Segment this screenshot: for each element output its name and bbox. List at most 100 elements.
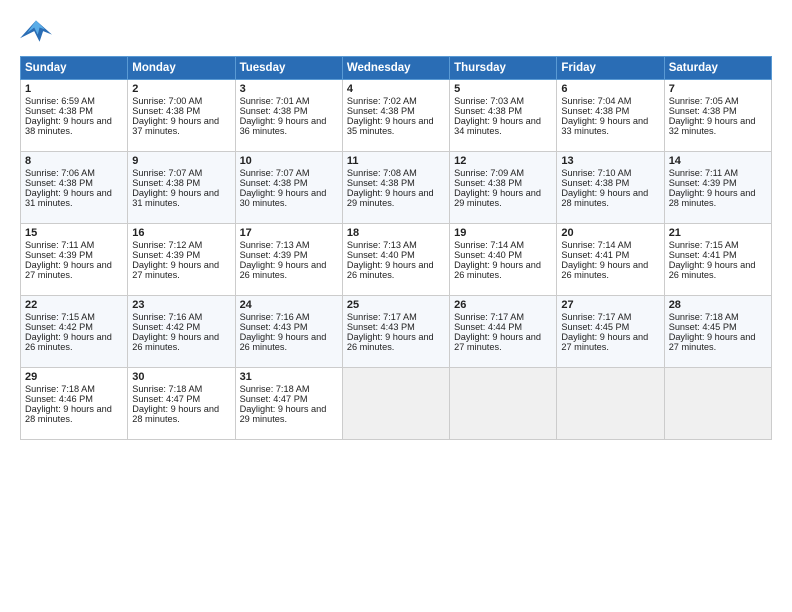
day-header-thursday: Thursday <box>450 57 557 80</box>
daylight-text: Daylight: 9 hours and 27 minutes. <box>454 332 541 352</box>
daylight-text: Daylight: 9 hours and 29 minutes. <box>240 404 327 424</box>
calendar-table: SundayMondayTuesdayWednesdayThursdayFrid… <box>20 56 772 440</box>
calendar-cell: 6Sunrise: 7:04 AMSunset: 4:38 PMDaylight… <box>557 80 664 152</box>
sunset-text: Sunset: 4:38 PM <box>240 106 308 116</box>
day-header-sunday: Sunday <box>21 57 128 80</box>
sunrise-text: Sunrise: 7:17 AM <box>347 312 417 322</box>
calendar-cell: 1Sunrise: 6:59 AMSunset: 4:38 PMDaylight… <box>21 80 128 152</box>
calendar-week-row: 8Sunrise: 7:06 AMSunset: 4:38 PMDaylight… <box>21 152 772 224</box>
sunrise-text: Sunrise: 7:11 AM <box>669 168 738 178</box>
sunset-text: Sunset: 4:40 PM <box>347 250 415 260</box>
day-number: 3 <box>240 83 338 95</box>
calendar-cell: 26Sunrise: 7:17 AMSunset: 4:44 PMDayligh… <box>450 296 557 368</box>
sunrise-text: Sunrise: 7:18 AM <box>669 312 739 322</box>
sunset-text: Sunset: 4:45 PM <box>561 322 629 332</box>
daylight-text: Daylight: 9 hours and 26 minutes. <box>561 260 648 280</box>
sunrise-text: Sunrise: 7:18 AM <box>240 384 310 394</box>
daylight-text: Daylight: 9 hours and 26 minutes. <box>669 260 756 280</box>
daylight-text: Daylight: 9 hours and 26 minutes. <box>240 332 327 352</box>
day-number: 17 <box>240 227 338 239</box>
sunrise-text: Sunrise: 6:59 AM <box>25 96 95 106</box>
sunset-text: Sunset: 4:38 PM <box>669 106 737 116</box>
calendar-week-row: 1Sunrise: 6:59 AMSunset: 4:38 PMDaylight… <box>21 80 772 152</box>
daylight-text: Daylight: 9 hours and 28 minutes. <box>25 404 112 424</box>
sunset-text: Sunset: 4:39 PM <box>669 178 737 188</box>
daylight-text: Daylight: 9 hours and 26 minutes. <box>347 332 434 352</box>
calendar-cell: 3Sunrise: 7:01 AMSunset: 4:38 PMDaylight… <box>235 80 342 152</box>
day-number: 8 <box>25 155 123 167</box>
calendar-cell: 7Sunrise: 7:05 AMSunset: 4:38 PMDaylight… <box>664 80 771 152</box>
sunset-text: Sunset: 4:39 PM <box>25 250 93 260</box>
daylight-text: Daylight: 9 hours and 38 minutes. <box>25 116 112 136</box>
sunrise-text: Sunrise: 7:09 AM <box>454 168 524 178</box>
daylight-text: Daylight: 9 hours and 27 minutes. <box>132 260 219 280</box>
calendar-week-row: 15Sunrise: 7:11 AMSunset: 4:39 PMDayligh… <box>21 224 772 296</box>
sunrise-text: Sunrise: 7:16 AM <box>132 312 202 322</box>
calendar-cell: 13Sunrise: 7:10 AMSunset: 4:38 PMDayligh… <box>557 152 664 224</box>
sunrise-text: Sunrise: 7:15 AM <box>25 312 95 322</box>
day-number: 18 <box>347 227 445 239</box>
calendar-cell: 25Sunrise: 7:17 AMSunset: 4:43 PMDayligh… <box>342 296 449 368</box>
calendar-cell: 20Sunrise: 7:14 AMSunset: 4:41 PMDayligh… <box>557 224 664 296</box>
sunrise-text: Sunrise: 7:02 AM <box>347 96 417 106</box>
sunset-text: Sunset: 4:47 PM <box>132 394 200 404</box>
calendar-cell: 11Sunrise: 7:08 AMSunset: 4:38 PMDayligh… <box>342 152 449 224</box>
daylight-text: Daylight: 9 hours and 28 minutes. <box>561 188 648 208</box>
day-header-saturday: Saturday <box>664 57 771 80</box>
sunrise-text: Sunrise: 7:08 AM <box>347 168 417 178</box>
day-number: 11 <box>347 155 445 167</box>
sunrise-text: Sunrise: 7:17 AM <box>561 312 631 322</box>
sunset-text: Sunset: 4:38 PM <box>132 106 200 116</box>
sunset-text: Sunset: 4:40 PM <box>454 250 522 260</box>
day-number: 10 <box>240 155 338 167</box>
sunrise-text: Sunrise: 7:17 AM <box>454 312 524 322</box>
page-container: SundayMondayTuesdayWednesdayThursdayFrid… <box>0 0 792 450</box>
day-number: 29 <box>25 371 123 383</box>
calendar-cell: 28Sunrise: 7:18 AMSunset: 4:45 PMDayligh… <box>664 296 771 368</box>
sunset-text: Sunset: 4:42 PM <box>132 322 200 332</box>
daylight-text: Daylight: 9 hours and 35 minutes. <box>347 116 434 136</box>
day-number: 21 <box>669 227 767 239</box>
daylight-text: Daylight: 9 hours and 37 minutes. <box>132 116 219 136</box>
sunset-text: Sunset: 4:38 PM <box>561 106 629 116</box>
sunset-text: Sunset: 4:44 PM <box>454 322 522 332</box>
day-number: 9 <box>132 155 230 167</box>
page-header <box>20 18 772 46</box>
sunset-text: Sunset: 4:38 PM <box>25 178 93 188</box>
sunrise-text: Sunrise: 7:16 AM <box>240 312 310 322</box>
sunset-text: Sunset: 4:38 PM <box>240 178 308 188</box>
day-number: 1 <box>25 83 123 95</box>
sunrise-text: Sunrise: 7:18 AM <box>25 384 95 394</box>
sunset-text: Sunset: 4:45 PM <box>669 322 737 332</box>
day-number: 13 <box>561 155 659 167</box>
sunrise-text: Sunrise: 7:05 AM <box>669 96 739 106</box>
sunset-text: Sunset: 4:43 PM <box>347 322 415 332</box>
daylight-text: Daylight: 9 hours and 28 minutes. <box>669 188 756 208</box>
sunset-text: Sunset: 4:41 PM <box>561 250 629 260</box>
calendar-body: 1Sunrise: 6:59 AMSunset: 4:38 PMDaylight… <box>21 80 772 440</box>
day-number: 5 <box>454 83 552 95</box>
calendar-cell: 18Sunrise: 7:13 AMSunset: 4:40 PMDayligh… <box>342 224 449 296</box>
day-header-tuesday: Tuesday <box>235 57 342 80</box>
daylight-text: Daylight: 9 hours and 29 minutes. <box>454 188 541 208</box>
calendar-cell: 9Sunrise: 7:07 AMSunset: 4:38 PMDaylight… <box>128 152 235 224</box>
sunset-text: Sunset: 4:41 PM <box>669 250 737 260</box>
sunrise-text: Sunrise: 7:01 AM <box>240 96 310 106</box>
day-number: 6 <box>561 83 659 95</box>
sunrise-text: Sunrise: 7:15 AM <box>669 240 739 250</box>
daylight-text: Daylight: 9 hours and 27 minutes. <box>561 332 648 352</box>
sunrise-text: Sunrise: 7:11 AM <box>25 240 94 250</box>
calendar-header-row: SundayMondayTuesdayWednesdayThursdayFrid… <box>21 57 772 80</box>
sunset-text: Sunset: 4:46 PM <box>25 394 93 404</box>
logo <box>20 18 56 46</box>
calendar-cell: 8Sunrise: 7:06 AMSunset: 4:38 PMDaylight… <box>21 152 128 224</box>
calendar-cell: 5Sunrise: 7:03 AMSunset: 4:38 PMDaylight… <box>450 80 557 152</box>
sunrise-text: Sunrise: 7:07 AM <box>132 168 202 178</box>
day-number: 2 <box>132 83 230 95</box>
daylight-text: Daylight: 9 hours and 31 minutes. <box>25 188 112 208</box>
day-header-friday: Friday <box>557 57 664 80</box>
sunrise-text: Sunrise: 7:04 AM <box>561 96 631 106</box>
daylight-text: Daylight: 9 hours and 26 minutes. <box>132 332 219 352</box>
calendar-cell: 16Sunrise: 7:12 AMSunset: 4:39 PMDayligh… <box>128 224 235 296</box>
calendar-cell: 17Sunrise: 7:13 AMSunset: 4:39 PMDayligh… <box>235 224 342 296</box>
